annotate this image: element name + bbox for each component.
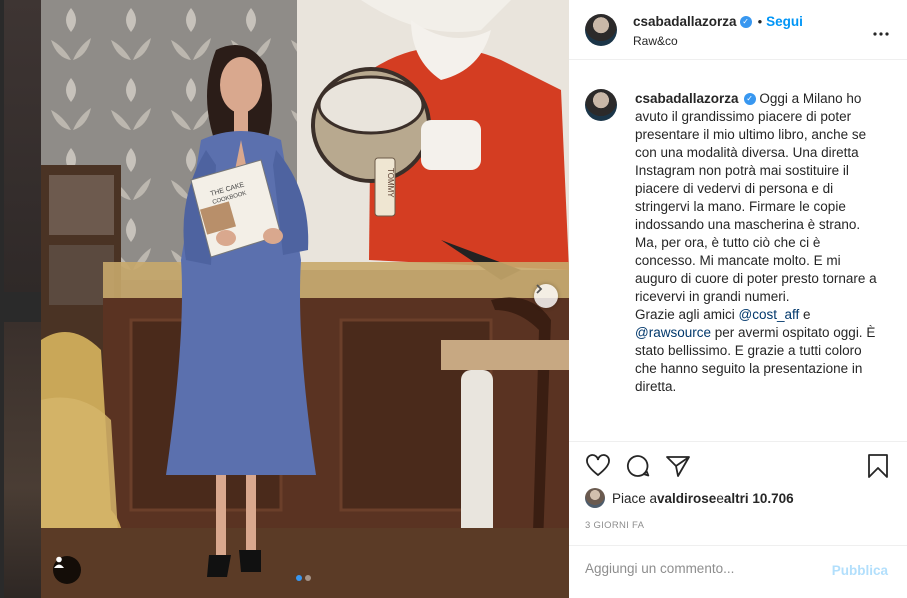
likes-prefix: Piace a — [612, 490, 658, 506]
likes-count[interactable]: altri 10.706 — [724, 491, 794, 506]
next-slide-button[interactable] — [534, 284, 558, 308]
backdrop-thumbnail-top — [4, 0, 41, 292]
heart-icon[interactable] — [585, 453, 611, 479]
post-photo: TOMMY THE CAKE COOKBOOK — [41, 0, 569, 598]
backdrop-thumbnail-bottom — [4, 322, 41, 598]
post-timestamp[interactable]: 3 GIORNI FA — [585, 520, 644, 531]
comments-area: csabadallazorza ✓ Oggi a Milano ho avuto … — [569, 76, 907, 436]
tagged-users-button[interactable] — [53, 556, 81, 584]
user-icon — [54, 556, 64, 568]
separator-dot: • — [757, 14, 763, 29]
mention-link[interactable]: @rawsource — [635, 325, 711, 340]
verified-badge-icon: ✓ — [743, 93, 756, 106]
add-comment-bar: Pubblica — [569, 545, 907, 598]
location-link[interactable]: Raw&co — [633, 34, 678, 48]
comment-input[interactable] — [585, 561, 815, 576]
publish-button[interactable]: Pubblica — [832, 563, 888, 578]
more-options-icon[interactable] — [873, 20, 889, 41]
caption-body-and: e — [799, 307, 811, 322]
caption-body: Oggi a Milano ho avuto il grandissimo pi… — [635, 91, 877, 304]
photo-illustration: TOMMY THE CAKE COOKBOOK — [41, 0, 569, 598]
likes-summary: Piace a valdirose e altri 10.706 — [585, 488, 794, 508]
carousel-dot-active — [296, 575, 302, 581]
header-username[interactable]: csabadallazorza — [633, 14, 737, 29]
comment-bubble-icon[interactable] — [625, 453, 651, 479]
post-details-panel: csabadallazorza ✓ • Segui Raw&co csabada… — [569, 0, 907, 598]
backdrop-left — [0, 0, 41, 598]
photo-tag-text: TOMMY — [386, 168, 395, 198]
caption-avatar[interactable] — [585, 89, 617, 121]
carousel-indicator — [296, 575, 311, 581]
caption-body-thanks: Grazie agli amici — [635, 307, 739, 322]
caption-username[interactable]: csabadallazorza — [635, 91, 739, 106]
liker-username[interactable]: valdirose — [657, 491, 716, 506]
mention-link[interactable]: @cost_aff — [739, 307, 800, 322]
caption-text: csabadallazorza ✓ Oggi a Milano ho avuto … — [635, 90, 883, 396]
likes-middle: e — [716, 490, 724, 506]
header-user-row: csabadallazorza ✓ • Segui — [633, 14, 803, 29]
follow-button[interactable]: Segui — [766, 14, 803, 29]
avatar[interactable] — [585, 14, 617, 46]
liker-avatar[interactable] — [585, 488, 605, 508]
verified-badge-icon: ✓ — [739, 15, 752, 28]
chevron-right-icon — [536, 284, 543, 294]
carousel-dot — [305, 575, 311, 581]
bookmark-icon[interactable] — [865, 453, 891, 479]
paper-plane-icon[interactable] — [665, 453, 691, 479]
post-header: csabadallazorza ✓ • Segui Raw&co — [569, 0, 907, 60]
post-actions: Piace a valdirose e altri 10.706 3 GIORN… — [569, 441, 907, 549]
